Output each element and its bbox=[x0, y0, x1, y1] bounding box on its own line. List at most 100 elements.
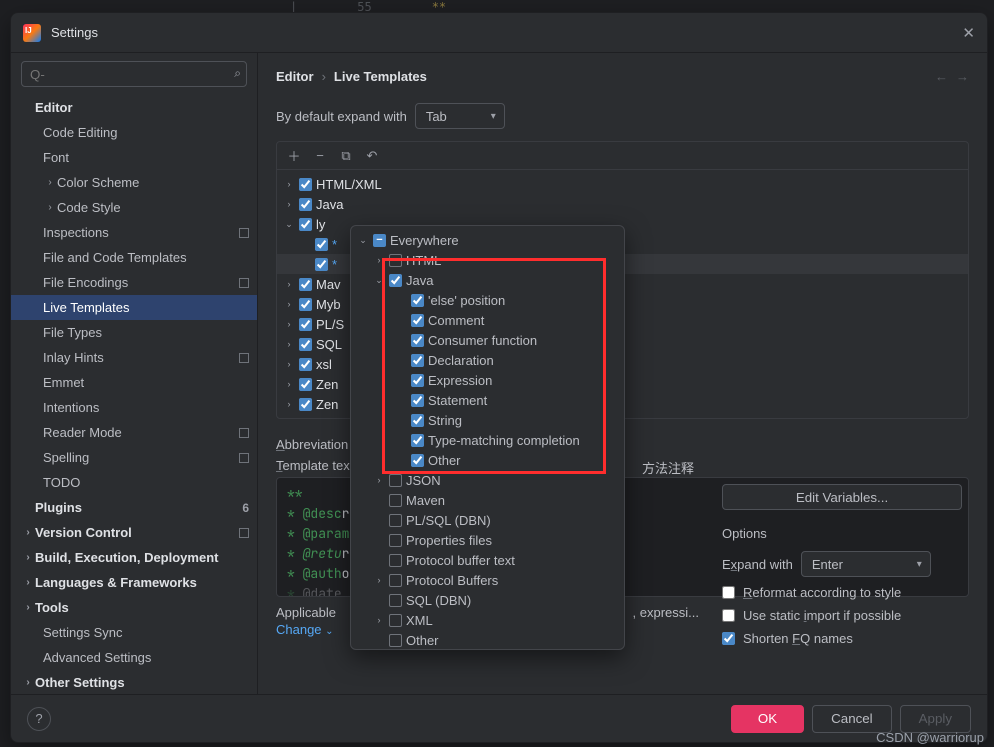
context-popup[interactable]: ⌄ Everywhere ›HTML⌄Java'else' positionCo… bbox=[350, 225, 625, 650]
context-checkbox[interactable] bbox=[411, 454, 424, 467]
sidebar-color-scheme[interactable]: ›Color Scheme bbox=[11, 170, 257, 195]
popup-item[interactable]: Other bbox=[351, 630, 624, 650]
popup-item[interactable]: Other bbox=[351, 450, 624, 470]
empty-checkbox-icon[interactable] bbox=[389, 574, 402, 587]
ok-button[interactable]: OK bbox=[731, 705, 804, 733]
sidebar-todo[interactable]: TODO bbox=[11, 470, 257, 495]
group-checkbox[interactable] bbox=[299, 378, 312, 391]
popup-item[interactable]: Type-matching completion bbox=[351, 430, 624, 450]
context-checkbox[interactable] bbox=[411, 354, 424, 367]
add-icon[interactable]: ＋ bbox=[283, 145, 305, 167]
nav-forward-icon[interactable]: → bbox=[956, 69, 969, 84]
apply-button[interactable]: Apply bbox=[900, 705, 971, 733]
group-checkbox[interactable] bbox=[299, 218, 312, 231]
popup-item[interactable]: ›Protocol Buffers bbox=[351, 570, 624, 590]
template-checkbox[interactable] bbox=[315, 238, 328, 251]
expand-with-select[interactable]: Tab bbox=[415, 103, 505, 129]
template-group[interactable]: ›Java bbox=[277, 194, 968, 214]
context-checkbox[interactable] bbox=[389, 274, 402, 287]
empty-checkbox-icon[interactable] bbox=[389, 474, 402, 487]
group-checkbox[interactable] bbox=[299, 298, 312, 311]
empty-checkbox-icon[interactable] bbox=[389, 514, 402, 527]
sidebar-plugins[interactable]: Plugins6 bbox=[11, 495, 257, 520]
popup-item[interactable]: SQL (DBN) bbox=[351, 590, 624, 610]
sidebar-other[interactable]: ›Other Settings bbox=[11, 670, 257, 694]
popup-item[interactable]: Declaration bbox=[351, 350, 624, 370]
context-checkbox[interactable] bbox=[411, 394, 424, 407]
empty-checkbox-icon[interactable] bbox=[389, 534, 402, 547]
sidebar-spelling[interactable]: Spelling bbox=[11, 445, 257, 470]
popup-item[interactable]: Consumer function bbox=[351, 330, 624, 350]
help-button[interactable]: ? bbox=[27, 707, 51, 731]
template-checkbox[interactable] bbox=[315, 258, 328, 271]
change-link[interactable]: Change ⌄ bbox=[276, 622, 334, 637]
empty-checkbox-icon[interactable] bbox=[389, 594, 402, 607]
cancel-button[interactable]: Cancel bbox=[812, 705, 892, 733]
sidebar-inlay-hints[interactable]: Inlay Hints bbox=[11, 345, 257, 370]
popup-item[interactable]: Maven bbox=[351, 490, 624, 510]
empty-checkbox-icon[interactable] bbox=[389, 614, 402, 627]
revert-icon[interactable]: ↶ bbox=[361, 145, 383, 167]
template-group[interactable]: ›HTML/XML bbox=[277, 174, 968, 194]
sidebar-code-editing[interactable]: Code Editing bbox=[11, 120, 257, 145]
sidebar-intentions[interactable]: Intentions bbox=[11, 395, 257, 420]
edit-variables-button[interactable]: Edit Variables... bbox=[722, 484, 962, 510]
popup-item[interactable]: ›HTML bbox=[351, 250, 624, 270]
settings-tree[interactable]: Editor Code Editing Font ›Color Scheme ›… bbox=[11, 95, 257, 694]
sidebar-version-control[interactable]: ›Version Control bbox=[11, 520, 257, 545]
popup-item[interactable]: Properties files bbox=[351, 530, 624, 550]
sidebar-file-types[interactable]: File Types bbox=[11, 320, 257, 345]
shorten-fq-checkbox[interactable] bbox=[722, 632, 735, 645]
sidebar-tools[interactable]: ›Tools bbox=[11, 595, 257, 620]
sidebar-inspections[interactable]: Inspections bbox=[11, 220, 257, 245]
group-checkbox[interactable] bbox=[299, 338, 312, 351]
context-checkbox[interactable] bbox=[411, 334, 424, 347]
popup-item[interactable]: String bbox=[351, 410, 624, 430]
popup-item[interactable]: Comment bbox=[351, 310, 624, 330]
context-checkbox[interactable] bbox=[411, 374, 424, 387]
breadcrumb-editor[interactable]: Editor bbox=[276, 69, 314, 84]
close-icon[interactable]: ✕ bbox=[962, 24, 975, 42]
sidebar-advanced[interactable]: Advanced Settings bbox=[11, 645, 257, 670]
sidebar-file-encodings[interactable]: File Encodings bbox=[11, 270, 257, 295]
group-checkbox[interactable] bbox=[299, 358, 312, 371]
empty-checkbox-icon[interactable] bbox=[389, 634, 402, 647]
group-checkbox[interactable] bbox=[299, 198, 312, 211]
empty-checkbox-icon[interactable] bbox=[389, 254, 402, 267]
sidebar-live-templates[interactable]: Live Templates bbox=[11, 295, 257, 320]
search-input[interactable] bbox=[21, 61, 247, 87]
group-checkbox[interactable] bbox=[299, 178, 312, 191]
sidebar-emmet[interactable]: Emmet bbox=[11, 370, 257, 395]
empty-checkbox-icon[interactable] bbox=[389, 554, 402, 567]
expand-with-option-select[interactable]: Enter bbox=[801, 551, 931, 577]
popup-item[interactable]: PL/SQL (DBN) bbox=[351, 510, 624, 530]
context-checkbox[interactable] bbox=[411, 314, 424, 327]
sidebar-file-code-templates[interactable]: File and Code Templates bbox=[11, 245, 257, 270]
context-checkbox[interactable] bbox=[411, 414, 424, 427]
popup-item[interactable]: Expression bbox=[351, 370, 624, 390]
popup-item[interactable]: ⌄Java bbox=[351, 270, 624, 290]
sidebar-code-style[interactable]: ›Code Style bbox=[11, 195, 257, 220]
popup-item[interactable]: Statement bbox=[351, 390, 624, 410]
popup-item[interactable]: Protocol buffer text bbox=[351, 550, 624, 570]
sidebar-build[interactable]: ›Build, Execution, Deployment bbox=[11, 545, 257, 570]
static-import-checkbox[interactable] bbox=[722, 609, 735, 622]
duplicate-icon[interactable]: ⧉ bbox=[335, 145, 357, 167]
remove-icon[interactable]: − bbox=[309, 145, 331, 167]
sidebar-lang-frameworks[interactable]: ›Languages & Frameworks bbox=[11, 570, 257, 595]
popup-everywhere[interactable]: ⌄ Everywhere bbox=[351, 230, 624, 250]
popup-item[interactable]: 'else' position bbox=[351, 290, 624, 310]
popup-item[interactable]: ›JSON bbox=[351, 470, 624, 490]
sidebar-settings-sync[interactable]: Settings Sync bbox=[11, 620, 257, 645]
nav-back-icon[interactable]: ← bbox=[935, 69, 948, 84]
mixed-checkbox-icon[interactable] bbox=[373, 234, 386, 247]
sidebar-font[interactable]: Font bbox=[11, 145, 257, 170]
popup-item[interactable]: ›XML bbox=[351, 610, 624, 630]
sidebar-editor[interactable]: Editor bbox=[11, 95, 257, 120]
empty-checkbox-icon[interactable] bbox=[389, 494, 402, 507]
group-checkbox[interactable] bbox=[299, 318, 312, 331]
context-checkbox[interactable] bbox=[411, 434, 424, 447]
group-checkbox[interactable] bbox=[299, 278, 312, 291]
group-checkbox[interactable] bbox=[299, 398, 312, 411]
context-checkbox[interactable] bbox=[411, 294, 424, 307]
